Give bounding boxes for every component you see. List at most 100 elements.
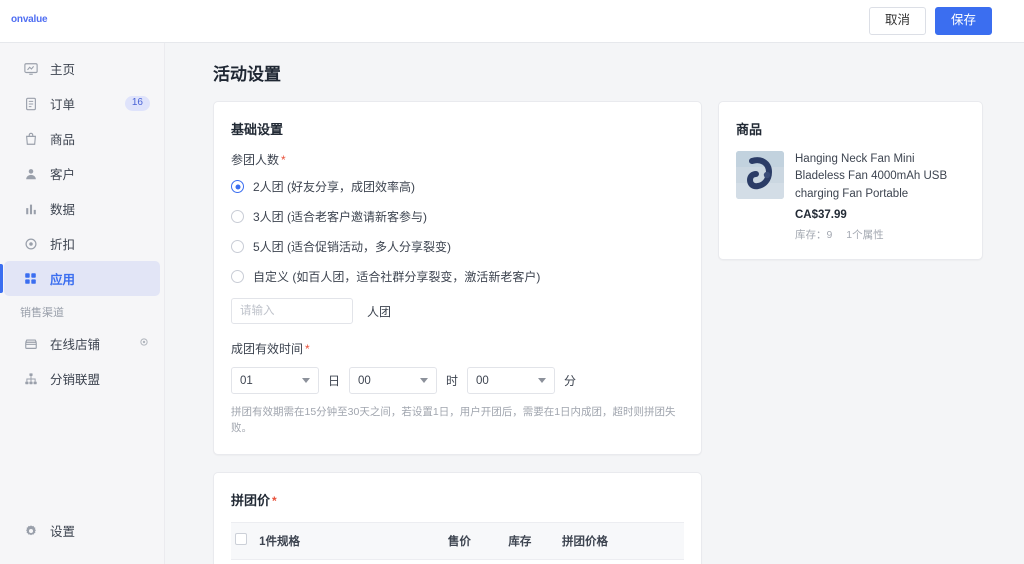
row-stock: 9 <box>508 559 562 564</box>
duration-hours-select[interactable]: 00 <box>349 367 438 394</box>
apps-grid-icon <box>24 272 46 285</box>
affiliate-network-icon <box>24 372 46 386</box>
right-column: 商品 Hanging Neck Fan Mini Bladeless Fan 4… <box>718 101 983 277</box>
radio-option-5[interactable]: 5人团 (适合促销活动，多人分享裂变) <box>231 238 684 255</box>
sidebar-item-home[interactable]: 主页 <box>4 51 160 86</box>
radio-option-custom[interactable]: 自定义 (如百人团，适合社群分享裂变，激活新老客户) <box>231 268 684 285</box>
product-price: CA$37.99 <box>795 208 847 221</box>
content-columns: 基础设置 参团人数 * 2人团 (好友分享，成团效率高) 3人团 (适合老客户邀请… <box>165 85 1024 564</box>
discount-icon <box>24 237 46 251</box>
table-body: Hanging Neck Fan Mini Bladeless Fan 4000… <box>231 559 684 564</box>
sidebar-item-label: 应用 <box>50 273 76 287</box>
radio-icon[interactable] <box>231 240 244 253</box>
product-meta: 库存：9 1个属性 <box>795 227 965 242</box>
row-select-cell <box>231 559 260 564</box>
radio-option-2[interactable]: 2人团 (好友分享，成团效率高) <box>231 178 684 195</box>
cancel-button[interactable]: 取消 <box>868 7 926 35</box>
group-size-label-text: 参团人数 <box>231 153 280 167</box>
sidebar-item-orders[interactable]: 订单 16 <box>4 86 160 121</box>
left-column: 基础设置 参团人数 * 2人团 (好友分享，成团效率高) 3人团 (适合老客户邀请… <box>213 101 702 564</box>
chevron-down-icon <box>538 378 547 383</box>
sidebar-item-label: 折扣 <box>50 238 76 252</box>
duration-hours-unit: 时 <box>446 374 459 388</box>
column-spec: 1件规格 <box>259 521 448 560</box>
custom-group-size-input[interactable] <box>231 298 353 324</box>
duration-minutes-unit: 分 <box>564 374 577 388</box>
sidebar-item-discounts[interactable]: 折扣 <box>4 226 160 261</box>
eye-icon[interactable] <box>138 336 150 351</box>
radio-option-label: 3人团 (适合老客户邀请新客参与) <box>253 210 428 224</box>
main-content: 活动设置 基础设置 参团人数 * 2人团 (好友分享，成团效率高) 3人团 (适… <box>165 43 1024 564</box>
topbar-actions: 取消 保存 <box>868 7 1024 35</box>
select-all-cell <box>231 521 260 560</box>
basic-settings-title: 基础设置 <box>231 122 284 137</box>
product-thumbnail <box>736 151 784 199</box>
sidebar-item-label: 订单 <box>50 98 76 112</box>
sidebar-item-analytics[interactable]: 数据 <box>4 191 160 226</box>
product-stock: 库存：9 <box>795 228 833 241</box>
product-attributes: 1个属性 <box>846 228 884 241</box>
duration-days-unit: 日 <box>328 374 341 388</box>
product-summary: Hanging Neck Fan Mini Bladeless Fan 4000… <box>736 151 965 242</box>
home-monitor-icon <box>24 62 46 76</box>
custom-size-row: 人团 <box>231 298 684 324</box>
top-bar: onvalue 取消 保存 <box>0 0 1024 43</box>
radio-option-3[interactable]: 3人团 (适合老客户邀请新客参与) <box>231 208 684 225</box>
sidebar: 主页 订单 16 商品 客户 数据 折扣 应用 销售渠道 在线店铺 分销联盟 设… <box>0 43 165 564</box>
row-group-price-cell: CAD <box>562 559 684 564</box>
app-root: onvalue 取消 保存 主页 订单 16 商品 客户 数据 折扣 应用 销售… <box>0 0 1024 564</box>
table-head: 1件规格 售价 库存 拼团价格 <box>231 521 684 560</box>
orders-badge: 16 <box>124 96 150 111</box>
radio-option-label: 2人团 (好友分享，成团效率高) <box>253 180 416 194</box>
brand[interactable]: onvalue <box>0 13 165 27</box>
table-row: Hanging Neck Fan Mini Bladeless Fan 4000… <box>231 559 684 564</box>
sidebar-item-customers[interactable]: 客户 <box>4 156 160 191</box>
custom-group-size-unit: 人团 <box>367 304 392 319</box>
chevron-down-icon <box>302 378 310 383</box>
sidebar-item-affiliate[interactable]: 分销联盟 <box>4 361 160 396</box>
sidebar-item-label: 分销联盟 <box>50 373 101 387</box>
required-mark: * <box>305 342 310 356</box>
duration-minutes-select[interactable]: 00 <box>467 367 556 394</box>
basic-settings-card: 基础设置 参团人数 * 2人团 (好友分享，成团效率高) 3人团 (适合老客户邀请… <box>213 101 702 455</box>
sidebar-item-label: 主页 <box>50 63 76 77</box>
analytics-bars-icon <box>24 202 46 216</box>
gear-icon <box>24 524 46 538</box>
duration-days-value: 01 <box>240 374 253 387</box>
sidebar-item-label: 数据 <box>50 203 76 217</box>
product-panel-title: 商品 <box>736 122 763 137</box>
sidebar-item-apps[interactable]: 应用 <box>0 261 160 296</box>
column-group-price: 拼团价格 <box>562 521 684 560</box>
sidebar-item-products[interactable]: 商品 <box>4 121 160 156</box>
sidebar-item-label: 设置 <box>50 525 76 539</box>
store-icon <box>24 337 46 351</box>
row-product-name-cell: Hanging Neck Fan Mini Bladeless Fan 4000… <box>259 559 448 564</box>
group-price-title-text: 拼团价 <box>231 492 271 508</box>
sidebar-item-label: 客户 <box>50 168 76 182</box>
select-all-checkbox[interactable] <box>235 533 247 545</box>
brand-logo: onvalue <box>11 13 48 25</box>
radio-icon[interactable] <box>231 210 244 223</box>
neck-fan-image <box>736 151 784 199</box>
products-bag-icon <box>24 132 46 146</box>
duration-hint: 拼团有效期需在15分钟至30天之间，若设置1日，用户开团后，需要在1日内成团，超… <box>231 406 676 434</box>
sidebar-item-settings[interactable]: 设置 <box>4 513 160 548</box>
product-name: Hanging Neck Fan Mini Bladeless Fan 4000… <box>795 153 948 200</box>
sidebar-section-label: 销售渠道 <box>20 307 64 319</box>
duration-days-select[interactable]: 01 <box>231 367 319 394</box>
group-size-label: 参团人数 * <box>231 151 684 168</box>
radio-icon[interactable] <box>231 180 244 193</box>
sidebar-settings-wrap: 设置 <box>0 513 164 548</box>
duration-minutes-value: 00 <box>476 374 489 387</box>
table-header-row: 1件规格 售价 库存 拼团价格 <box>231 521 684 560</box>
radio-option-label: 自定义 (如百人团，适合社群分享裂变，激活新老客户) <box>253 270 541 284</box>
group-price-title: 拼团价 * <box>231 490 684 509</box>
sidebar-item-online-store[interactable]: 在线店铺 <box>4 326 160 361</box>
duration-selectors: 01 日 00 时 00 分 <box>231 367 684 394</box>
product-info: Hanging Neck Fan Mini Bladeless Fan 4000… <box>795 151 965 242</box>
radio-icon[interactable] <box>231 270 244 283</box>
save-button[interactable]: 保存 <box>934 7 992 35</box>
column-price: 售价 <box>447 521 509 560</box>
page-title: 活动设置 <box>213 65 281 84</box>
duration-label-text: 成团有效时间 <box>231 342 304 356</box>
